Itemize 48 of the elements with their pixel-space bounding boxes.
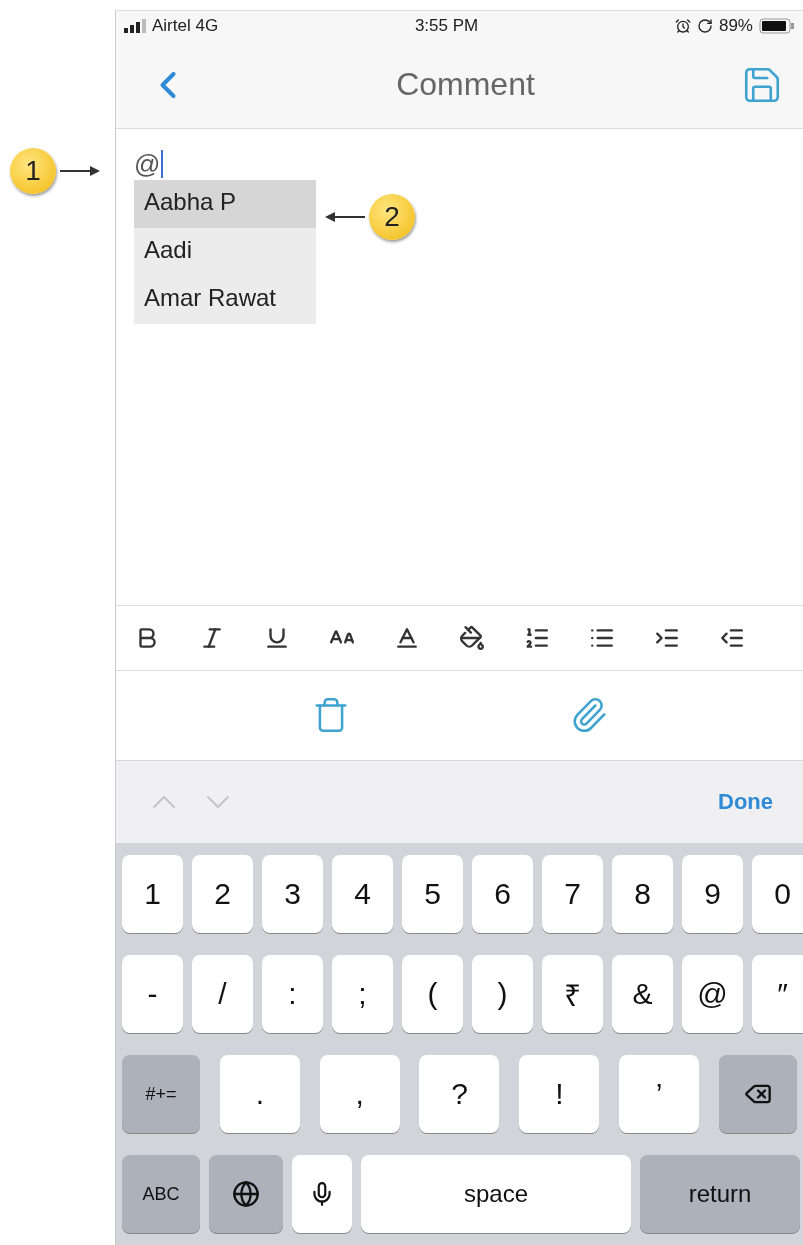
- keyboard-key[interactable]: ,: [319, 1055, 400, 1133]
- arrow-icon: [325, 211, 365, 223]
- keyboard-key[interactable]: !: [519, 1055, 600, 1133]
- keyboard-key[interactable]: &: [612, 955, 673, 1033]
- mention-item[interactable]: Aabha P: [134, 179, 316, 228]
- keyboard-key[interactable]: /: [192, 955, 253, 1033]
- clock-time: 3:55 PM: [414, 16, 479, 37]
- backspace-key[interactable]: [718, 1055, 797, 1133]
- microphone-key[interactable]: [292, 1155, 352, 1233]
- keyboard-key[interactable]: .: [219, 1055, 300, 1133]
- keyboard-key[interactable]: 3: [262, 855, 323, 933]
- keyboard-key[interactable]: 1: [122, 855, 183, 933]
- keyboard-key[interactable]: ABC: [122, 1155, 200, 1233]
- keyboard-key[interactable]: ;: [332, 955, 393, 1033]
- callout-badge: 2: [369, 194, 415, 240]
- keyboard-key[interactable]: ″: [752, 955, 803, 1033]
- keyboard-key[interactable]: ): [472, 955, 533, 1033]
- paint-bucket-icon[interactable]: [459, 624, 485, 651]
- comment-field[interactable]: @: [134, 148, 164, 180]
- keyboard-key[interactable]: #+=: [122, 1055, 200, 1133]
- keyboard-key[interactable]: ₹: [542, 955, 603, 1033]
- globe-key[interactable]: [209, 1155, 283, 1233]
- keyboard-key[interactable]: 2: [192, 855, 253, 933]
- return-key[interactable]: return: [640, 1155, 800, 1233]
- keyboard-key[interactable]: ’: [619, 1055, 700, 1133]
- keyboard-key[interactable]: -: [122, 955, 183, 1033]
- keyboard-key[interactable]: 4: [332, 855, 393, 933]
- keyboard-key[interactable]: (: [402, 955, 463, 1033]
- signal-icon: [124, 19, 146, 34]
- rotation-lock-icon: [696, 18, 713, 35]
- carrier-name: Airtel 4G: [152, 16, 219, 37]
- battery-percent: 89%: [718, 16, 753, 37]
- keyboard-key[interactable]: 7: [542, 855, 603, 933]
- keyboard-key[interactable]: 6: [472, 855, 533, 933]
- keyboard-key[interactable]: 5: [402, 855, 463, 933]
- space-key[interactable]: space: [361, 1155, 631, 1233]
- keyboard-key[interactable]: :: [262, 955, 323, 1033]
- keyboard-key[interactable]: @: [682, 955, 743, 1033]
- screen-title: Comment: [396, 66, 535, 104]
- keyboard-key[interactable]: 0: [752, 855, 803, 933]
- battery-icon: [759, 18, 795, 35]
- keyboard-key[interactable]: ?: [419, 1055, 500, 1133]
- keyboard-key[interactable]: 9: [682, 855, 743, 933]
- keyboard-key[interactable]: 8: [612, 855, 673, 933]
- arrow-icon: [60, 165, 100, 177]
- globe-icon: [232, 1180, 260, 1208]
- alarm-icon: [674, 18, 691, 35]
- callout-badge: 1: [10, 148, 56, 194]
